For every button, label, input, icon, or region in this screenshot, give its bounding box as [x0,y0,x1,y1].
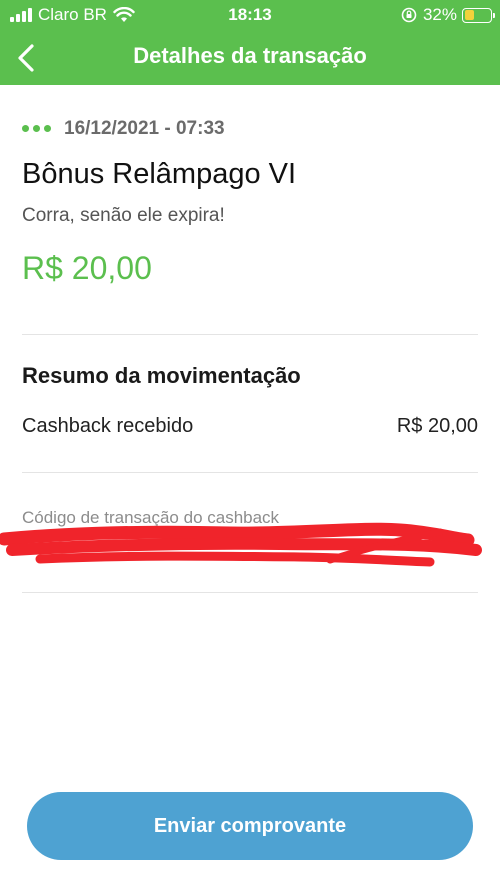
battery-percent: 32% [422,5,457,24]
transaction-amount: R$ 20,00 [22,250,152,286]
cashback-received-value: R$ 20,00 [396,415,478,437]
summary-heading: Resumo da movimentação [22,363,301,388]
transaction-subtitle: Corra, senão ele expira! [22,205,225,226]
transaction-datetime: 16/12/2021 - 07:33 [64,118,225,139]
cashback-received-label: Cashback recebido [22,415,194,437]
send-receipt-button[interactable]: Enviar comprovante [27,792,473,860]
divider [22,334,478,335]
status-bar-right: 32% [401,5,495,25]
status-dots-icon [22,125,51,132]
orientation-lock-icon [401,7,417,23]
redaction-scribble [0,522,482,567]
nav-bar: Detalhes da transação [0,30,500,85]
battery-icon [462,7,495,23]
transaction-title: Bônus Relâmpago VI [22,158,297,190]
transaction-details-screen: Claro BR 18:13 32% Detalhes da transação… [0,0,500,889]
battery-level [464,10,474,20]
status-bar: Claro BR 18:13 32% [0,0,500,30]
divider [22,592,478,593]
page-title: Detalhes da transação [133,43,367,68]
divider [22,472,478,473]
